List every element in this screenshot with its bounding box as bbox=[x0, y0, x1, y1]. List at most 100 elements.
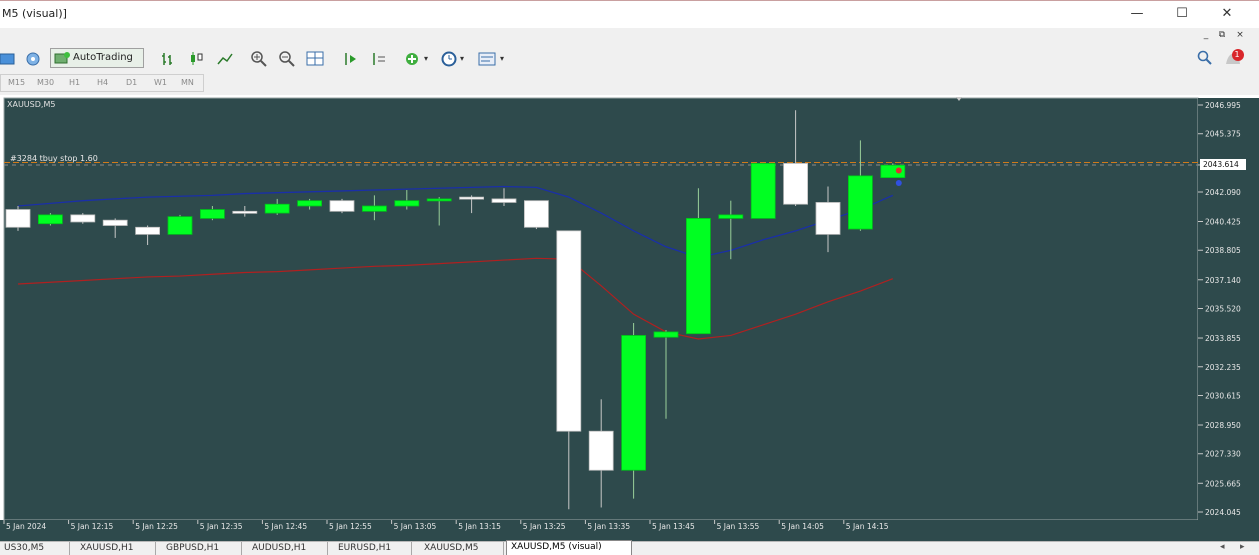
timeframe-h4[interactable]: H4 bbox=[97, 78, 108, 87]
price-tick-label: 2038.805 bbox=[1205, 246, 1241, 255]
tabs-scroll-right-icon[interactable]: ▸ bbox=[1240, 542, 1245, 552]
candle-body bbox=[848, 175, 873, 230]
price-tick-label: 2027.330 bbox=[1205, 450, 1241, 459]
navigator-icon[interactable] bbox=[24, 50, 42, 68]
candle-body bbox=[686, 218, 711, 335]
chart-window: XAUUSD,M5 #3284 tbuy stop 1.60 2046.995 2… bbox=[0, 95, 1259, 541]
time-tick-label: 5 Jan 12:35 bbox=[200, 522, 243, 531]
trade-arrow-icon bbox=[895, 167, 902, 174]
price-tick-label: 2046.995 bbox=[1205, 101, 1241, 110]
timeframe-m15[interactable]: M15 bbox=[8, 78, 25, 87]
candle-body bbox=[588, 430, 614, 471]
autotrading-icon bbox=[54, 52, 70, 64]
zoom-in-icon[interactable] bbox=[250, 50, 268, 68]
templates-icon[interactable] bbox=[478, 50, 496, 68]
bar-chart-icon[interactable] bbox=[160, 50, 178, 68]
candle-body bbox=[491, 198, 517, 203]
price-tick-label: 2040.425 bbox=[1205, 218, 1241, 227]
candle-body bbox=[5, 209, 31, 228]
tab-eurusd-h1[interactable]: EURUSD,H1 bbox=[334, 542, 412, 555]
autotrading-button[interactable]: AutoTrading bbox=[50, 48, 144, 68]
chevron-down-icon[interactable]: ▾ bbox=[424, 54, 428, 63]
mdi-controls-row: _ ⧉ × bbox=[0, 28, 1259, 44]
candle-body bbox=[264, 203, 290, 214]
price-tick-label: 2032.235 bbox=[1205, 363, 1241, 372]
tab-us30-m5[interactable]: US30,M5 bbox=[0, 542, 70, 555]
candle-body bbox=[329, 200, 355, 212]
chart-tabs-bar: US30,M5 XAUUSD,H1 GBPUSD,H1 AUDUSD,H1 EU… bbox=[0, 540, 1259, 555]
zoom-out-icon[interactable] bbox=[278, 50, 296, 68]
window-titlebar: M5 (visual)] — ☐ ✕ bbox=[0, 0, 1259, 28]
minimize-button[interactable]: — bbox=[1122, 4, 1152, 24]
mdi-close-button[interactable]: × bbox=[1233, 29, 1247, 42]
timeframe-w1[interactable]: W1 bbox=[154, 78, 167, 87]
tab-xauusd-m5-visual[interactable]: XAUUSD,M5 (visual) bbox=[506, 540, 632, 555]
main-toolbar: AutoTrading ▾ ▾ ▾ 1 bbox=[0, 44, 1259, 72]
tab-gbpusd-h1[interactable]: GBPUSD,H1 bbox=[162, 542, 242, 555]
candle-body bbox=[426, 198, 452, 202]
time-tick-label: 5 Jan 14:05 bbox=[781, 522, 824, 531]
price-tick-label: 2030.615 bbox=[1205, 391, 1241, 400]
candle-body bbox=[815, 202, 841, 235]
time-tick-label: 5 Jan 13:45 bbox=[652, 522, 695, 531]
time-tick-label: 5 Jan 13:35 bbox=[587, 522, 630, 531]
price-chart[interactable]: XAUUSD,M5 #3284 tbuy stop 1.60 2046.995 2… bbox=[0, 95, 1259, 541]
candle-body bbox=[102, 219, 128, 226]
order-label: #3284 tbuy stop 1.60 bbox=[10, 154, 98, 163]
chart-symbol-label: XAUUSD,M5 bbox=[7, 100, 55, 109]
candle-body bbox=[459, 196, 485, 200]
timeframe-mn[interactable]: MN bbox=[181, 78, 194, 87]
candle-body bbox=[167, 216, 193, 235]
tab-xauusd-m5[interactable]: XAUUSD,M5 bbox=[420, 542, 504, 555]
close-button[interactable]: ✕ bbox=[1212, 4, 1242, 24]
time-tick-label: 5 Jan 2024 bbox=[6, 522, 46, 531]
candle-body bbox=[135, 226, 161, 235]
trade-arrow-icon bbox=[895, 179, 902, 186]
current-price-label: 2043.614 bbox=[1203, 160, 1239, 169]
auto-scroll-icon[interactable] bbox=[342, 50, 360, 68]
candle-body bbox=[621, 335, 646, 471]
tab-xauusd-h1[interactable]: XAUUSD,H1 bbox=[76, 542, 156, 555]
chart-shift-icon[interactable] bbox=[370, 50, 388, 68]
market-watch-icon[interactable] bbox=[0, 50, 18, 68]
candle-body bbox=[783, 163, 808, 205]
timeframe-d1[interactable]: D1 bbox=[126, 78, 137, 87]
mdi-restore-button[interactable]: ⧉ bbox=[1215, 29, 1229, 42]
timeframes-toolbar: M15 M30 H1 H4 D1 W1 MN bbox=[0, 74, 204, 92]
candle-body bbox=[750, 163, 776, 219]
maximize-button[interactable]: ☐ bbox=[1167, 4, 1197, 24]
timeframe-m30[interactable]: M30 bbox=[37, 78, 54, 87]
price-tick-label: 2024.045 bbox=[1205, 508, 1241, 517]
line-chart-icon[interactable] bbox=[216, 50, 234, 68]
notification-badge: 1 bbox=[1234, 50, 1240, 59]
candle-body bbox=[394, 200, 420, 207]
tabs-scroll-left-icon[interactable]: ◂ bbox=[1220, 542, 1225, 552]
candle-body bbox=[297, 200, 323, 207]
indicators-icon[interactable] bbox=[404, 50, 422, 68]
mdi-minimize-button[interactable]: _ bbox=[1199, 29, 1213, 42]
time-tick-label: 5 Jan 13:55 bbox=[717, 522, 760, 531]
time-tick-label: 5 Jan 13:25 bbox=[523, 522, 566, 531]
time-tick-label: 5 Jan 12:15 bbox=[71, 522, 114, 531]
candle-body bbox=[361, 205, 387, 212]
price-tick-label: 2042.090 bbox=[1205, 188, 1241, 197]
tile-windows-icon[interactable] bbox=[306, 50, 324, 68]
window-title: M5 (visual)] bbox=[2, 7, 67, 20]
tab-audusd-h1[interactable]: AUDUSD,H1 bbox=[248, 542, 328, 555]
time-tick-label: 5 Jan 12:45 bbox=[264, 522, 307, 531]
candle-body bbox=[718, 214, 744, 219]
time-tick-label: 5 Jan 12:55 bbox=[329, 522, 372, 531]
chevron-down-icon[interactable]: ▾ bbox=[460, 54, 464, 63]
periods-clock-icon[interactable] bbox=[440, 50, 458, 68]
chevron-down-icon[interactable]: ▾ bbox=[500, 54, 504, 63]
autotrading-label: AutoTrading bbox=[73, 52, 133, 63]
price-tick-label: 2033.855 bbox=[1205, 334, 1241, 343]
time-tick-label: 5 Jan 13:15 bbox=[458, 522, 501, 531]
candle-body bbox=[524, 200, 549, 228]
search-icon[interactable] bbox=[1196, 49, 1214, 67]
price-tick-label: 2045.375 bbox=[1205, 130, 1241, 139]
price-tick-label: 2028.950 bbox=[1205, 421, 1241, 430]
price-tick-label: 2035.520 bbox=[1205, 305, 1241, 314]
candlestick-chart-icon[interactable] bbox=[188, 50, 206, 68]
timeframe-h1[interactable]: H1 bbox=[69, 78, 80, 87]
